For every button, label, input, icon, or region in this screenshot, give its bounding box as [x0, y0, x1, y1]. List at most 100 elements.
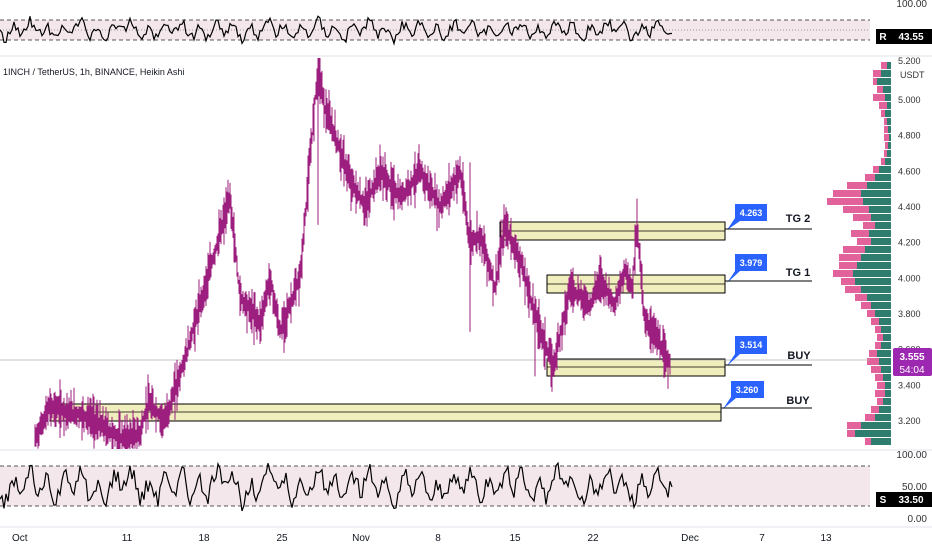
volume-profile-bar-up — [885, 382, 891, 389]
currency-label: USDT — [900, 70, 925, 80]
volume-profile-bar-down — [881, 158, 885, 165]
volume-profile-bar-up — [887, 118, 891, 125]
volume-profile-bar-down — [877, 382, 885, 389]
volume-profile-bar-up — [863, 198, 891, 205]
volume-profile-bar-down — [884, 134, 889, 141]
volume-profile-bar-down — [867, 310, 875, 317]
symbol-line: 1INCH / TetherUS, 1h, BINANCE, Heikin As… — [3, 67, 184, 77]
volume-profile-bar-down — [875, 390, 885, 397]
volume-profile-bar-up — [871, 438, 891, 445]
price-tick-label: 3.800 — [898, 309, 921, 319]
current-price-countdown: 54:04 — [899, 365, 924, 376]
volume-profile-bar-down — [865, 438, 871, 445]
volume-profile-bar-up — [875, 414, 891, 421]
volume-profile-bar-down — [827, 198, 863, 205]
volume-profile-bar-down — [884, 150, 887, 157]
volume-profile-bar-down — [881, 62, 887, 69]
volume-profile-bar-up — [879, 166, 891, 173]
volume-profile-bar-down — [871, 318, 879, 325]
volume-profile-bar-up — [881, 366, 891, 373]
volume-profile-bar-down — [879, 102, 887, 109]
volume-profile-bar-down — [863, 222, 875, 229]
time-tick-label: 22 — [587, 533, 599, 544]
volume-profile-bar-down — [833, 270, 853, 277]
volume-profile-bar-up — [879, 358, 891, 365]
bottom-axis-label-50: 50.00 — [902, 482, 927, 493]
volume-profile-bar-up — [861, 422, 891, 429]
volume-profile-bar-down — [845, 286, 861, 293]
volume-profile-bar-down — [847, 430, 855, 437]
bottom-badge-value: 33.50 — [898, 495, 923, 506]
volume-profile-bar-down — [843, 206, 869, 213]
volume-profile-bar-up — [875, 310, 891, 317]
volume-profile-bar-up — [888, 126, 891, 133]
volume-profile-bar-down — [865, 414, 875, 421]
volume-profile-bar-down — [875, 342, 881, 349]
volume-profile-bar-up — [885, 158, 891, 165]
volume-profile-bar-down — [873, 94, 885, 101]
volume-profile-bar-down — [847, 182, 867, 189]
volume-profile-bar-down — [839, 262, 857, 269]
volume-profile-bar-down — [841, 278, 855, 285]
callout-tg1-value: 3.979 — [740, 258, 763, 268]
bottom-axis-label-0: 0.00 — [908, 514, 928, 525]
volume-profile-bar-up — [871, 302, 891, 309]
volume-profile-bar-down — [877, 398, 883, 405]
volume-profile-bar-up — [875, 174, 891, 181]
volume-profile-bar-down — [843, 246, 865, 253]
volume-profile-bar-up — [883, 398, 891, 405]
price-tick-label: 4.000 — [898, 273, 921, 283]
volume-profile-bar-down — [881, 110, 885, 117]
chart-root[interactable]: 100.00 R 43.55 1INCH / TetherUS, 1h, BIN… — [0, 0, 932, 550]
volume-profile-bar-down — [877, 86, 883, 93]
volume-profile-bar-up — [867, 182, 891, 189]
volume-profile-bar-down — [847, 422, 861, 429]
volume-profile-bar-up — [881, 70, 891, 77]
volume-profile-bar-up — [881, 342, 891, 349]
volume-profile-bar-up — [883, 334, 891, 341]
time-tick-label: 8 — [435, 533, 441, 544]
callout-buy-lower-value: 3.260 — [736, 385, 759, 395]
volume-profile-bar-up — [877, 78, 891, 85]
volume-profile-bar-down — [855, 294, 867, 301]
volume-profile-bar-up — [861, 286, 891, 293]
volume-profile-bar-down — [857, 238, 871, 245]
volume-profile-bar-down — [875, 374, 883, 381]
volume-profile-bar-down — [873, 166, 879, 173]
volume-profile-bar-down — [853, 214, 871, 221]
price-axis-top-partial: 5.200 — [898, 56, 921, 66]
time-tick-label: Oct — [12, 533, 28, 544]
top-badge-letter: R — [879, 32, 887, 43]
zone-buy-upper[interactable] — [546, 358, 726, 377]
callout-buy-upper-value: 3.514 — [740, 340, 763, 350]
volume-profile-bar-down — [833, 190, 861, 197]
volume-profile-bar-down — [861, 302, 871, 309]
volume-profile-bar-up — [883, 86, 891, 93]
time-tick-label: 25 — [276, 533, 288, 544]
time-tick-label: 7 — [759, 533, 765, 544]
chart-svg[interactable]: 100.00 R 43.55 1INCH / TetherUS, 1h, BIN… — [0, 0, 932, 550]
volume-profile-bar-up — [855, 430, 891, 437]
price-tick-label: 5.000 — [898, 95, 921, 105]
price-tick-label: 3.200 — [898, 416, 921, 426]
volume-profile-bar-up — [885, 390, 891, 397]
price-tick-label: 3.400 — [898, 380, 921, 390]
volume-profile-bar-down — [877, 334, 883, 341]
volume-profile-bar-down — [851, 230, 869, 237]
current-price-value: 3.555 — [899, 352, 924, 363]
volume-profile-bar-up — [875, 222, 891, 229]
volume-profile-bar-up — [861, 190, 891, 197]
tg1-label: TG 1 — [786, 267, 810, 279]
time-tick-label: 15 — [509, 533, 521, 544]
price-tick-label: 4.200 — [898, 238, 921, 248]
volume-profile-bar-up — [871, 238, 891, 245]
bottom-badge-letter: S — [880, 495, 887, 506]
volume-profile-bar-up — [853, 270, 891, 277]
volume-profile-bar-up — [885, 94, 891, 101]
volume-profile-bar-up — [887, 102, 891, 109]
volume-profile-bar-up — [869, 230, 891, 237]
volume-profile-bar-down — [885, 142, 888, 149]
volume-profile-bar-up — [887, 150, 891, 157]
time-tick-label: 13 — [820, 533, 832, 544]
volume-profile-bar-up — [877, 350, 891, 357]
